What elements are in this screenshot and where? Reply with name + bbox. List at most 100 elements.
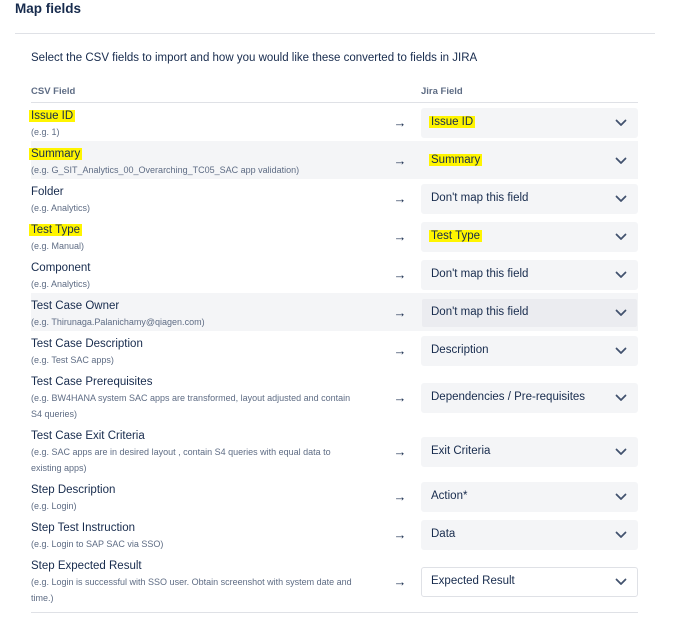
csv-field-example: (e.g. Login is successful with SSO user.…: [31, 577, 352, 603]
jira-field-value: Summary: [429, 154, 483, 166]
jira-field-select[interactable]: Exit Criteria: [421, 437, 638, 467]
chevron-down-icon[interactable]: [615, 309, 627, 317]
mapping-row: Folder (e.g. Analytics) → Don't map this fi…: [0, 179, 682, 217]
arrow-right-icon: →: [393, 444, 407, 459]
csv-field-name-text: Step Expected Result: [31, 560, 142, 572]
csv-field-name: Folder: [31, 185, 64, 199]
csv-field-name-text: Test Case Owner: [31, 300, 120, 312]
csv-field-name-text: Test Case Exit Criteria: [31, 430, 145, 442]
csv-field-name: Step Test Instruction: [31, 521, 135, 535]
chevron-down-icon[interactable]: [615, 531, 627, 539]
jira-field-select[interactable]: Test Type: [421, 222, 638, 252]
csv-field-example: (e.g. Login to SAP SAC via SSO): [31, 539, 164, 549]
csv-field-example: (e.g. Analytics): [31, 203, 91, 213]
jira-field-value-text: Action*: [431, 490, 468, 502]
jira-field-value: Description: [431, 344, 489, 356]
jira-field-value: Exit Criteria: [431, 445, 490, 457]
mapping-row: Test Case Description (e.g. Test SAC apps…: [0, 331, 682, 369]
jira-field-select[interactable]: Don't map this field: [421, 260, 638, 290]
chevron-down-icon[interactable]: [615, 157, 627, 165]
arrow-right-icon: →: [393, 229, 407, 244]
instructions-text: Select the CSV fields to import and how …: [31, 52, 478, 64]
csv-field-example: (e.g. Analytics): [31, 279, 91, 289]
csv-field-example: (e.g. Manual): [31, 241, 85, 251]
jira-field-value: Expected Result: [431, 575, 515, 587]
jira-field-select[interactable]: Don't map this field: [421, 298, 638, 328]
jira-field-value-text: Don't map this field: [431, 192, 529, 204]
csv-field-name: Test Type: [29, 223, 83, 237]
csv-field-name-text: Component: [31, 262, 91, 274]
jira-field-select[interactable]: Dependencies / Pre-requisites: [421, 383, 638, 413]
chevron-down-icon[interactable]: [615, 493, 627, 501]
jira-field-value-text: Summary: [429, 154, 483, 166]
csv-field-example: (e.g. 1): [31, 127, 60, 137]
chevron-down-icon[interactable]: [615, 271, 627, 279]
csv-field-example: (e.g. SAC apps are in desired layout , c…: [31, 447, 331, 473]
csv-field-name: Issue ID: [29, 109, 76, 123]
mapping-row: Test Case Owner (e.g. Thirunaga.Palanicha…: [0, 293, 682, 331]
chevron-down-icon[interactable]: [615, 448, 627, 456]
arrow-right-icon: →: [393, 305, 407, 320]
csv-field-name-text: Summary: [29, 148, 83, 160]
jira-field-select[interactable]: Description: [421, 336, 638, 366]
arrow-right-icon: →: [393, 390, 407, 405]
csv-field-example: (e.g. BW4HANA system SAC apps are transf…: [31, 393, 351, 419]
mapping-row: Test Case Prerequisites (e.g. BW4HANA sys…: [0, 369, 682, 423]
field-mapping-list: Issue ID (e.g. 1) → Issue ID Summary (e.g. G_…: [0, 103, 682, 607]
jira-field-value-text: Exit Criteria: [431, 445, 491, 457]
csv-field-name: Component: [31, 261, 90, 275]
jira-field-select[interactable]: Issue ID: [421, 108, 638, 138]
chevron-down-icon[interactable]: [615, 195, 627, 203]
csv-field-name: Summary: [29, 147, 83, 161]
chevron-down-icon[interactable]: [615, 347, 627, 355]
jira-field-column-header: Jira Field: [421, 86, 463, 97]
arrow-right-icon: →: [393, 489, 407, 504]
jira-field-value-text: Expected Result: [431, 575, 515, 587]
jira-field-value-text: Test Type: [429, 230, 483, 242]
csv-field-name-text: Folder: [31, 186, 64, 198]
jira-field-value-text: Description: [431, 344, 489, 356]
arrow-right-icon: →: [393, 191, 407, 206]
chevron-down-icon[interactable]: [615, 233, 627, 241]
csv-field-example: (e.g. Login): [31, 501, 77, 511]
jira-field-value: Data: [431, 528, 455, 540]
jira-field-select[interactable]: Don't map this field: [421, 184, 638, 214]
csv-field-name: Test Case Prerequisites: [31, 375, 152, 389]
csv-field-name-text: Test Case Description: [31, 338, 143, 350]
csv-field-example: (e.g. G_SIT_Analytics_00_Overarching_TC0…: [31, 165, 300, 175]
jira-field-select[interactable]: Data: [421, 520, 638, 550]
chevron-down-icon[interactable]: [615, 394, 627, 402]
jira-field-select[interactable]: Summary: [421, 146, 638, 176]
mapping-row: Step Description (e.g. Login) → Action*: [0, 477, 682, 515]
csv-field-example: (e.g. Thirunaga.Palanichamy@qiagen.com): [31, 317, 205, 327]
jira-field-value: Don't map this field: [431, 306, 528, 318]
footer-divider: [31, 612, 638, 613]
csv-field-name-text: Issue ID: [29, 110, 76, 122]
mapping-row: Issue ID (e.g. 1) → Issue ID: [0, 103, 682, 141]
csv-field-example: (e.g. Test SAC apps): [31, 355, 114, 365]
jira-field-value-text: Dependencies / Pre-requisites: [431, 391, 586, 403]
mapping-row: Test Type (e.g. Manual) → Test Type: [0, 217, 682, 255]
csv-field-name: Step Description: [31, 483, 115, 497]
csv-field-name-text: Test Case Prerequisites: [31, 376, 153, 388]
mapping-row: Step Expected Result (e.g. Login is succe…: [0, 553, 682, 607]
chevron-down-icon[interactable]: [615, 119, 627, 127]
jira-field-value: Don't map this field: [431, 192, 528, 204]
csv-field-name-text: Step Description: [31, 484, 116, 496]
title-divider: [15, 33, 655, 34]
jira-field-value: Test Type: [429, 230, 483, 242]
mapping-row: Test Case Exit Criteria (e.g. SAC apps ar…: [0, 423, 682, 477]
chevron-down-icon[interactable]: [615, 578, 627, 586]
csv-field-name: Test Case Owner: [31, 299, 119, 313]
jira-field-select[interactable]: Action*: [421, 482, 638, 512]
csv-field-name: Test Case Description: [31, 337, 143, 351]
arrow-right-icon: →: [393, 527, 407, 542]
jira-field-value-text: Issue ID: [429, 116, 476, 128]
jira-field-value: Action*: [431, 490, 467, 502]
jira-field-select[interactable]: Expected Result: [421, 567, 638, 597]
arrow-right-icon: →: [393, 153, 407, 168]
arrow-right-icon: →: [393, 115, 407, 130]
jira-field-value-text: Don't map this field: [431, 306, 529, 318]
page-title: Map fields: [15, 1, 82, 16]
csv-field-name: Test Case Exit Criteria: [31, 429, 145, 443]
